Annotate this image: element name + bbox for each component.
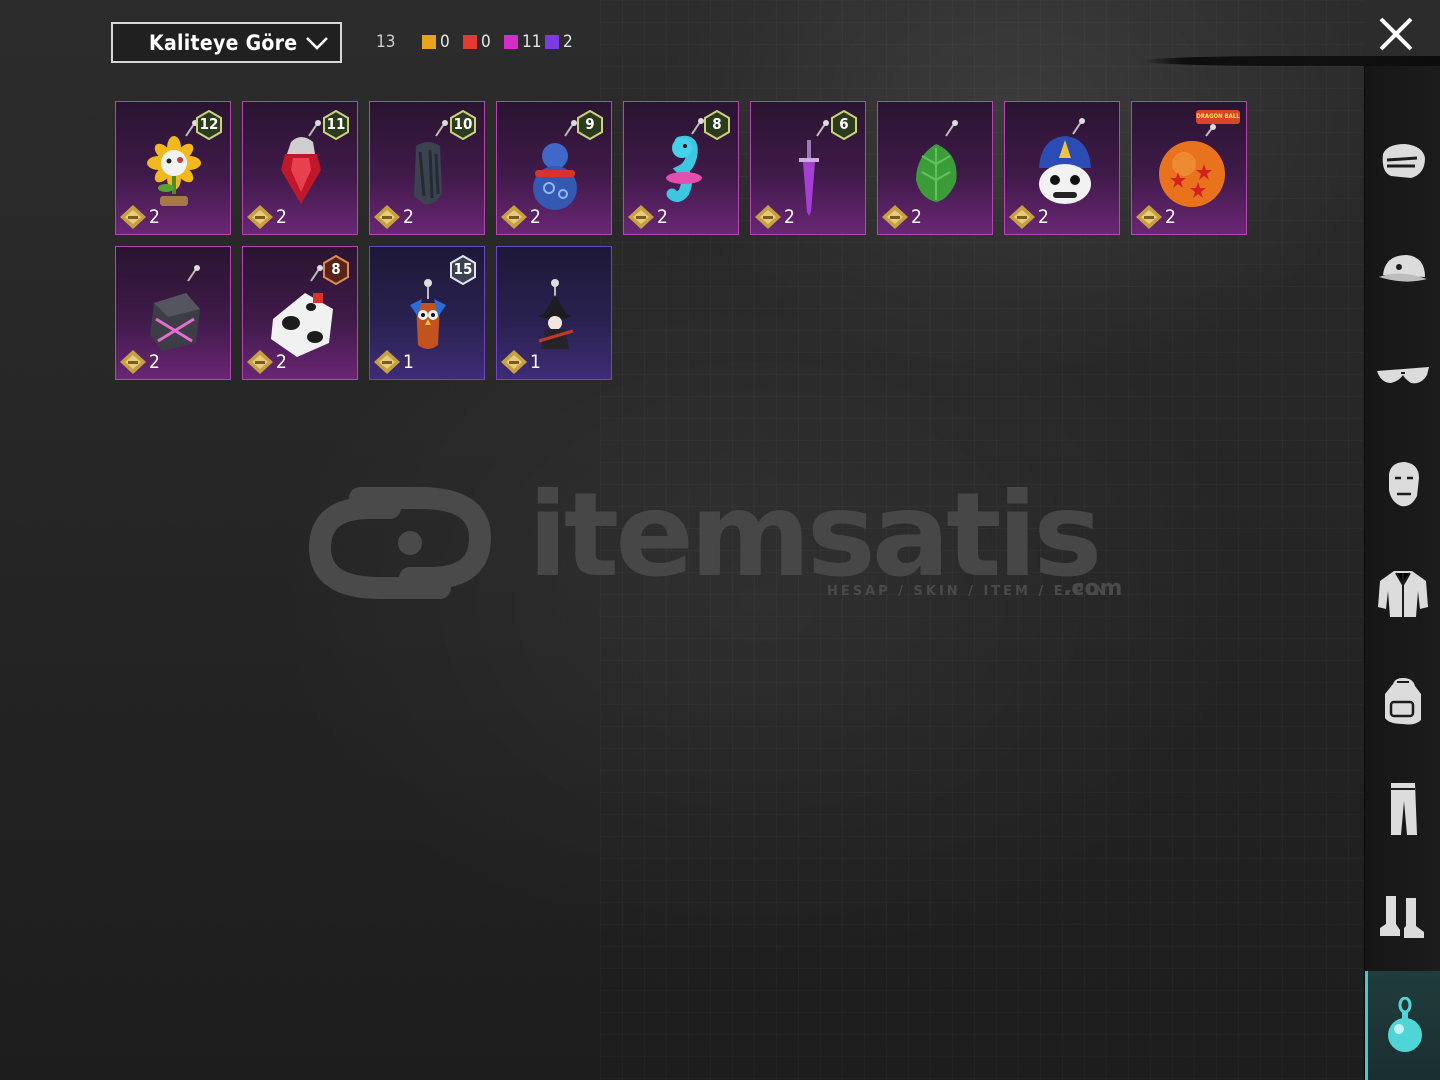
leaf-egg-icon [916, 120, 958, 202]
face-icon [1389, 462, 1419, 507]
quality-count: 0 [481, 32, 491, 52]
level-badge: 9 [577, 109, 603, 141]
quality-swatch [504, 35, 518, 49]
item-count: 2 [1135, 204, 1176, 230]
upgrade-material-icon [374, 205, 400, 229]
chevron-down-icon [306, 37, 328, 50]
sort-dropdown[interactable]: Kaliteye Göre [111, 22, 342, 63]
quality-count-magenta: 11 [504, 32, 541, 52]
quality-swatch [422, 35, 436, 49]
upgrade-material-icon [247, 350, 273, 374]
item-card-green-leaf-egg[interactable]: 2 [877, 101, 993, 235]
quality-count-purple: 2 [545, 32, 573, 52]
upgrade-material-icon [120, 350, 146, 374]
pants-icon [1391, 783, 1417, 835]
item-count: 2 [881, 204, 922, 230]
item-card-sunflower[interactable]: 12 2 [115, 101, 231, 235]
sidebar-item-backpack[interactable] [1365, 651, 1440, 751]
upgrade-material-icon [120, 205, 146, 229]
quality-count: 11 [522, 32, 542, 52]
watermark-logo-icon [308, 487, 492, 599]
item-count: 2 [500, 204, 541, 230]
sidebar-item-boots[interactable] [1365, 867, 1440, 967]
upgrade-material-icon [1009, 205, 1035, 229]
police-mascot-icon [1039, 118, 1091, 204]
glasses-icon [1377, 367, 1429, 384]
item-count: 1 [500, 349, 541, 375]
category-sidebar [1364, 66, 1440, 1080]
header-divider [1140, 56, 1440, 66]
item-card-cow-cube[interactable]: 8 2 [242, 246, 358, 380]
quality-swatch [545, 35, 559, 49]
quality-count-orange: 0 [422, 32, 450, 52]
upgrade-material-icon [501, 205, 527, 229]
item-count: 2 [1008, 204, 1049, 230]
witch-charm-icon [538, 279, 574, 349]
sidebar-item-mask[interactable] [1365, 111, 1440, 211]
sort-dropdown-label: Kaliteye Göre [149, 31, 298, 55]
item-card-owl-charm[interactable]: 15 1 [369, 246, 485, 380]
item-count: 2 [373, 204, 414, 230]
upgrade-material-icon [247, 205, 273, 229]
sidebar-item-pants[interactable] [1365, 759, 1440, 859]
upgrade-material-icon [501, 350, 527, 374]
level-badge: 8 [704, 109, 730, 141]
item-count: 2 [119, 349, 160, 375]
total-item-count: 13 [376, 32, 396, 52]
jacket-icon [1378, 571, 1428, 617]
level-badge: 15 [450, 254, 476, 286]
mask-icon [1382, 144, 1425, 178]
item-card-purple-dagger[interactable]: 6 2 [750, 101, 866, 235]
item-count: 2 [754, 204, 795, 230]
dragon-ball-icon [1159, 110, 1240, 207]
level-badge: 12 [196, 109, 222, 141]
item-count: 1 [373, 349, 414, 375]
cap-icon [1379, 255, 1427, 282]
level-badge: 11 [323, 109, 349, 141]
item-card-blue-gourd[interactable]: 9 2 [496, 101, 612, 235]
item-card-red-gem[interactable]: 11 2 [242, 101, 358, 235]
sidebar-item-jacket[interactable] [1365, 543, 1440, 643]
sidebar-item-cap[interactable] [1365, 219, 1440, 319]
dragon-ball-logo: DRAGON BALL [1196, 113, 1240, 120]
item-card-police-mascot[interactable]: 2 [1004, 101, 1120, 235]
boots-icon [1380, 896, 1424, 938]
item-count: 2 [627, 204, 668, 230]
quality-swatch [463, 35, 477, 49]
level-badge: 8 [323, 254, 349, 286]
dark-cube-icon [150, 265, 200, 351]
pendant-icon [1387, 996, 1422, 1052]
item-card-dragon-ball[interactable]: DRAGON BALL 2 [1131, 101, 1247, 235]
level-badge: 6 [831, 109, 857, 141]
sidebar-item-pendant[interactable] [1365, 971, 1440, 1080]
upgrade-material-icon [374, 350, 400, 374]
close-icon[interactable] [1376, 14, 1416, 54]
item-card-seahorse[interactable]: 8 2 [623, 101, 739, 235]
quality-count-red: 0 [463, 32, 491, 52]
quality-count: 2 [563, 32, 573, 52]
item-count: 2 [246, 349, 287, 375]
backpack-icon [1385, 678, 1421, 725]
upgrade-material-icon [628, 205, 654, 229]
item-card-witch-charm[interactable]: 1 [496, 246, 612, 380]
item-card-dark-glove[interactable]: 10 2 [369, 101, 485, 235]
upgrade-material-icon [1136, 205, 1162, 229]
upgrade-material-icon [755, 205, 781, 229]
sidebar-item-face[interactable] [1365, 435, 1440, 535]
level-badge: 10 [450, 109, 476, 141]
item-count: 2 [119, 204, 160, 230]
item-card-dark-cube[interactable]: 2 [115, 246, 231, 380]
sidebar-item-glasses[interactable] [1365, 327, 1440, 427]
quality-count: 0 [440, 32, 450, 52]
item-count: 2 [246, 204, 287, 230]
upgrade-material-icon [882, 205, 908, 229]
